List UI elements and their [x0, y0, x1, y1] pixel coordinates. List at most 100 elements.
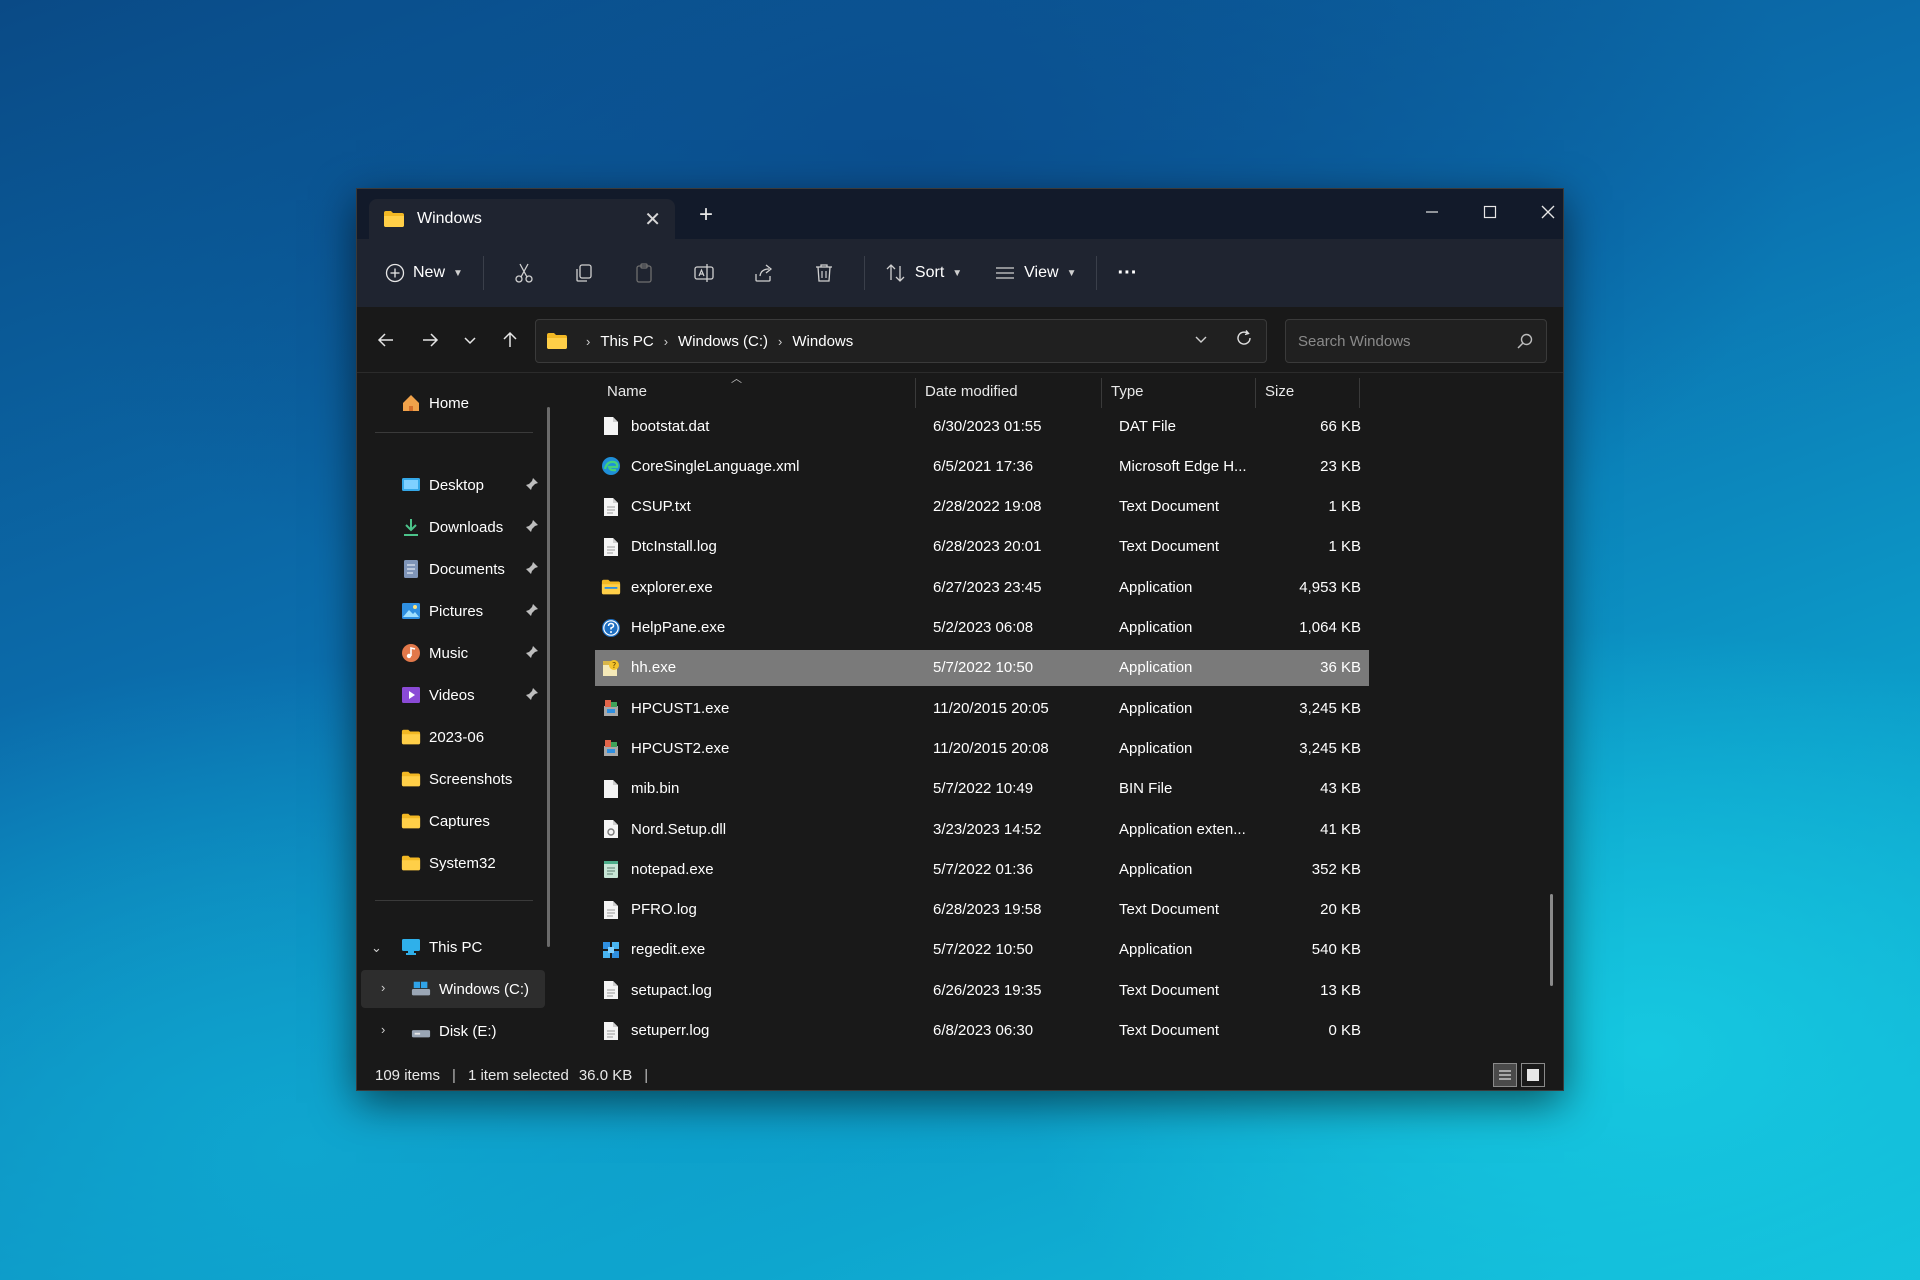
recent-locations-button[interactable] — [455, 325, 485, 355]
up-button[interactable] — [495, 325, 525, 355]
forward-button[interactable] — [415, 325, 445, 355]
text-file-icon — [601, 537, 621, 557]
search-icon[interactable] — [1516, 332, 1534, 350]
sidebar-item-home[interactable]: Home — [369, 384, 545, 422]
paste-button[interactable] — [622, 253, 666, 293]
file-row[interactable]: HPCUST2.exe 11/20/2015 20:08 Application 3,… — [595, 730, 1369, 766]
sidebar-item-music[interactable]: Music — [369, 634, 545, 672]
folder-icon — [383, 210, 405, 228]
status-separator: | — [452, 1066, 456, 1084]
address-bar[interactable]: › This PC › Windows (C:) › Windows — [535, 319, 1267, 363]
delete-button[interactable] — [802, 253, 846, 293]
tiles-view-button[interactable] — [1521, 1063, 1545, 1087]
file-type: Text Document — [1119, 981, 1220, 999]
file-size: 41 KB — [1320, 820, 1361, 838]
pin-icon[interactable] — [525, 603, 539, 617]
column-header-name[interactable]: Name — [607, 374, 647, 408]
search-box[interactable] — [1285, 319, 1547, 363]
pin-icon[interactable] — [525, 561, 539, 575]
column-divider[interactable] — [915, 378, 916, 408]
close-window-button[interactable] — [1525, 197, 1571, 227]
pin-icon[interactable] — [525, 645, 539, 659]
sidebar-item-desktop[interactable]: Desktop — [369, 466, 545, 504]
file-row[interactable]: mib.bin 5/7/2022 10:49 BIN File 43 KB — [595, 771, 1369, 807]
file-type: Application — [1119, 860, 1193, 878]
column-header-type[interactable]: Type — [1111, 374, 1144, 408]
sidebar-item-downloads[interactable]: Downloads — [369, 508, 545, 546]
view-button[interactable]: View ▼ — [984, 253, 1086, 293]
column-header-label: Name — [607, 382, 648, 400]
pin-icon[interactable] — [525, 687, 539, 701]
file-row[interactable]: setuperr.log 6/8/2023 06:30 Text Document 0… — [595, 1013, 1369, 1049]
column-header-date[interactable]: Date modified — [925, 374, 1018, 408]
chevron-right-icon[interactable]: › — [381, 1022, 385, 1037]
sidebar-item-captures[interactable]: Captures — [369, 802, 545, 840]
file-row[interactable]: CSUP.txt 2/28/2022 19:08 Text Document 1 KB — [595, 489, 1369, 525]
details-view-button[interactable] — [1493, 1063, 1517, 1087]
more-options-button[interactable]: ··· — [1107, 253, 1147, 293]
clipboard-icon — [636, 263, 652, 283]
text-file-icon — [601, 1021, 621, 1041]
sidebar-item-disk-e[interactable]: › Disk (E:) — [361, 1012, 545, 1046]
column-divider[interactable] — [1255, 378, 1256, 408]
file-name-cell: Nord.Setup.dll — [601, 811, 919, 847]
refresh-button[interactable] — [1234, 328, 1254, 348]
file-row[interactable]: bootstat.dat 6/30/2023 01:55 DAT File 66 KB — [595, 408, 1369, 444]
new-button[interactable]: New ▼ — [375, 253, 473, 293]
column-divider[interactable] — [1359, 378, 1360, 408]
new-tab-button[interactable]: + — [699, 203, 713, 227]
sort-button[interactable]: Sort ▼ — [875, 253, 972, 293]
tab-windows[interactable]: Windows ✕ — [369, 199, 675, 239]
sidebar-scrollbar[interactable] — [547, 407, 550, 947]
file-row[interactable]: HPCUST1.exe 11/20/2015 20:05 Application 3,… — [595, 690, 1369, 726]
file-row[interactable]: PFRO.log 6/28/2023 19:58 Text Document 20 K… — [595, 892, 1369, 928]
file-row[interactable]: HelpPane.exe 5/2/2023 06:08 Application 1,0… — [595, 610, 1369, 646]
address-dropdown-icon[interactable] — [1194, 332, 1208, 346]
file-row[interactable]: explorer.exe 6/27/2023 23:45 Application 4,… — [595, 569, 1369, 605]
file-type: Application — [1119, 739, 1193, 757]
pin-icon[interactable] — [525, 519, 539, 533]
file-row[interactable]: Nord.Setup.dll 3/23/2023 14:52 Application… — [595, 811, 1369, 847]
close-tab-icon[interactable]: ✕ — [644, 207, 661, 232]
share-button[interactable] — [742, 253, 786, 293]
title-bar: Windows ✕ + — [357, 189, 1563, 239]
file-row[interactable]: regedit.exe 5/7/2022 10:50 Application 540 … — [595, 932, 1369, 968]
folder-icon — [546, 332, 568, 350]
search-input[interactable] — [1298, 332, 1516, 350]
breadcrumb-windows-c[interactable]: Windows (C:) — [678, 333, 768, 350]
sidebar-item-videos[interactable]: Videos — [369, 676, 545, 714]
file-date: 6/30/2023 01:55 — [933, 417, 1042, 435]
breadcrumb-windows[interactable]: Windows — [792, 333, 853, 350]
pin-icon[interactable] — [525, 477, 539, 491]
sidebar-item-documents[interactable]: Documents — [369, 550, 545, 588]
column-divider[interactable] — [1101, 378, 1102, 408]
file-size: 0 KB — [1328, 1022, 1361, 1039]
breadcrumb-this-pc[interactable]: This PC — [600, 333, 653, 350]
file-row[interactable]: notepad.exe 5/7/2022 01:36 Application 352 … — [595, 851, 1369, 887]
sidebar-item-pictures[interactable]: Pictures — [369, 592, 545, 630]
sidebar-item-screenshots[interactable]: Screenshots — [369, 760, 545, 798]
column-header-size[interactable]: Size — [1265, 374, 1294, 408]
cut-button[interactable] — [502, 253, 546, 293]
file-type: BIN File — [1119, 780, 1173, 798]
maximize-button[interactable] — [1467, 197, 1513, 227]
file-row[interactable]: ? hh.exe 5/7/2022 10:50 Application 36 KB — [595, 649, 1369, 686]
rename-button[interactable] — [682, 253, 726, 293]
file-date: 6/8/2023 06:30 — [933, 1022, 1034, 1039]
sidebar-item-label: Documents — [429, 560, 505, 578]
file-type: Text Document — [1119, 498, 1220, 516]
back-button[interactable] — [371, 325, 401, 355]
sidebar-item-system32[interactable]: System32 — [369, 844, 545, 882]
file-row[interactable]: CoreSingleLanguage.xml 6/5/2021 17:36 Micr… — [595, 448, 1369, 484]
file-row[interactable]: setupact.log 6/26/2023 19:35 Text Document… — [595, 972, 1369, 1008]
tiles-view-icon — [1527, 1069, 1539, 1081]
navigation-bar: › This PC › Windows (C:) › Windows — [357, 307, 1563, 373]
copy-button[interactable] — [562, 253, 606, 293]
sidebar-item-2023-06[interactable]: 2023-06 — [369, 718, 545, 756]
chevron-right-icon[interactable]: › — [381, 980, 385, 995]
minimize-button[interactable] — [1409, 197, 1455, 227]
sidebar-item-this-pc[interactable]: This PC — [369, 928, 545, 966]
sidebar-item-windows-c[interactable]: › Windows (C:) — [361, 970, 545, 1008]
file-row[interactable]: DtcInstall.log 6/28/2023 20:01 Text Docume… — [595, 529, 1369, 565]
file-list-scrollbar[interactable] — [1550, 894, 1553, 986]
